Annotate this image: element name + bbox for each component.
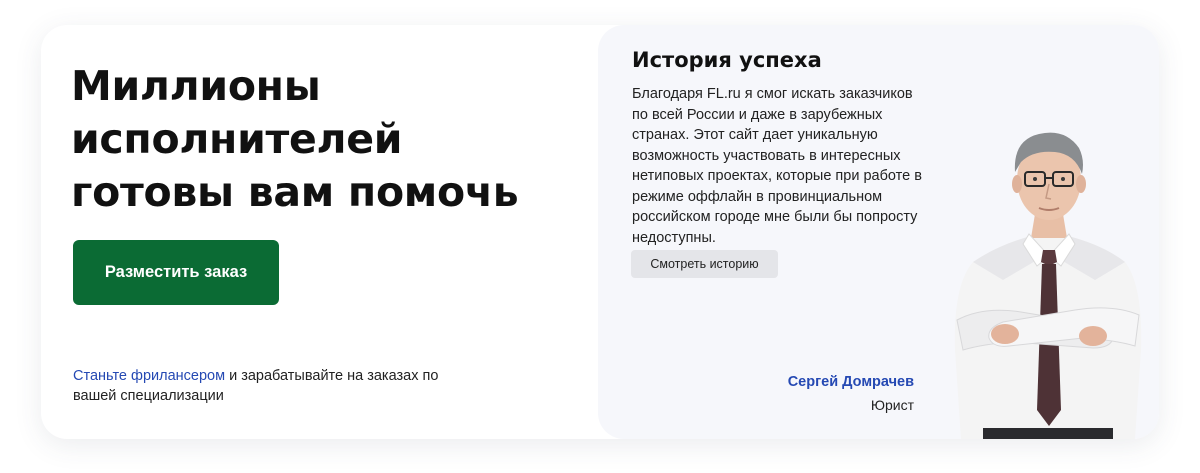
person-photo	[954, 132, 1142, 439]
freelancer-promo: Станьте фрилансером и зарабатывайте на з…	[73, 366, 453, 406]
person-name: Сергей Домрачев	[787, 374, 914, 390]
success-story-title: История успеха	[632, 48, 822, 72]
place-order-button[interactable]: Разместить заказ	[73, 240, 279, 305]
person-role: Юрист	[870, 397, 914, 413]
become-freelancer-link[interactable]: Станьте фрилансером	[73, 368, 225, 384]
hero-card: Миллионы исполнителей готовы вам помочь …	[41, 25, 1159, 439]
success-story-text: Благодаря FL.ru я смог искать заказчиков…	[632, 86, 922, 246]
watch-story-button[interactable]: Смотреть историю	[631, 250, 778, 278]
hero-left-panel: Миллионы исполнителей готовы вам помочь …	[41, 25, 599, 439]
hero-title: Миллионы исполнителей готовы вам помочь	[71, 62, 519, 216]
success-story-panel: История успеха Благодаря FL.ru я смог ис…	[598, 25, 1159, 439]
